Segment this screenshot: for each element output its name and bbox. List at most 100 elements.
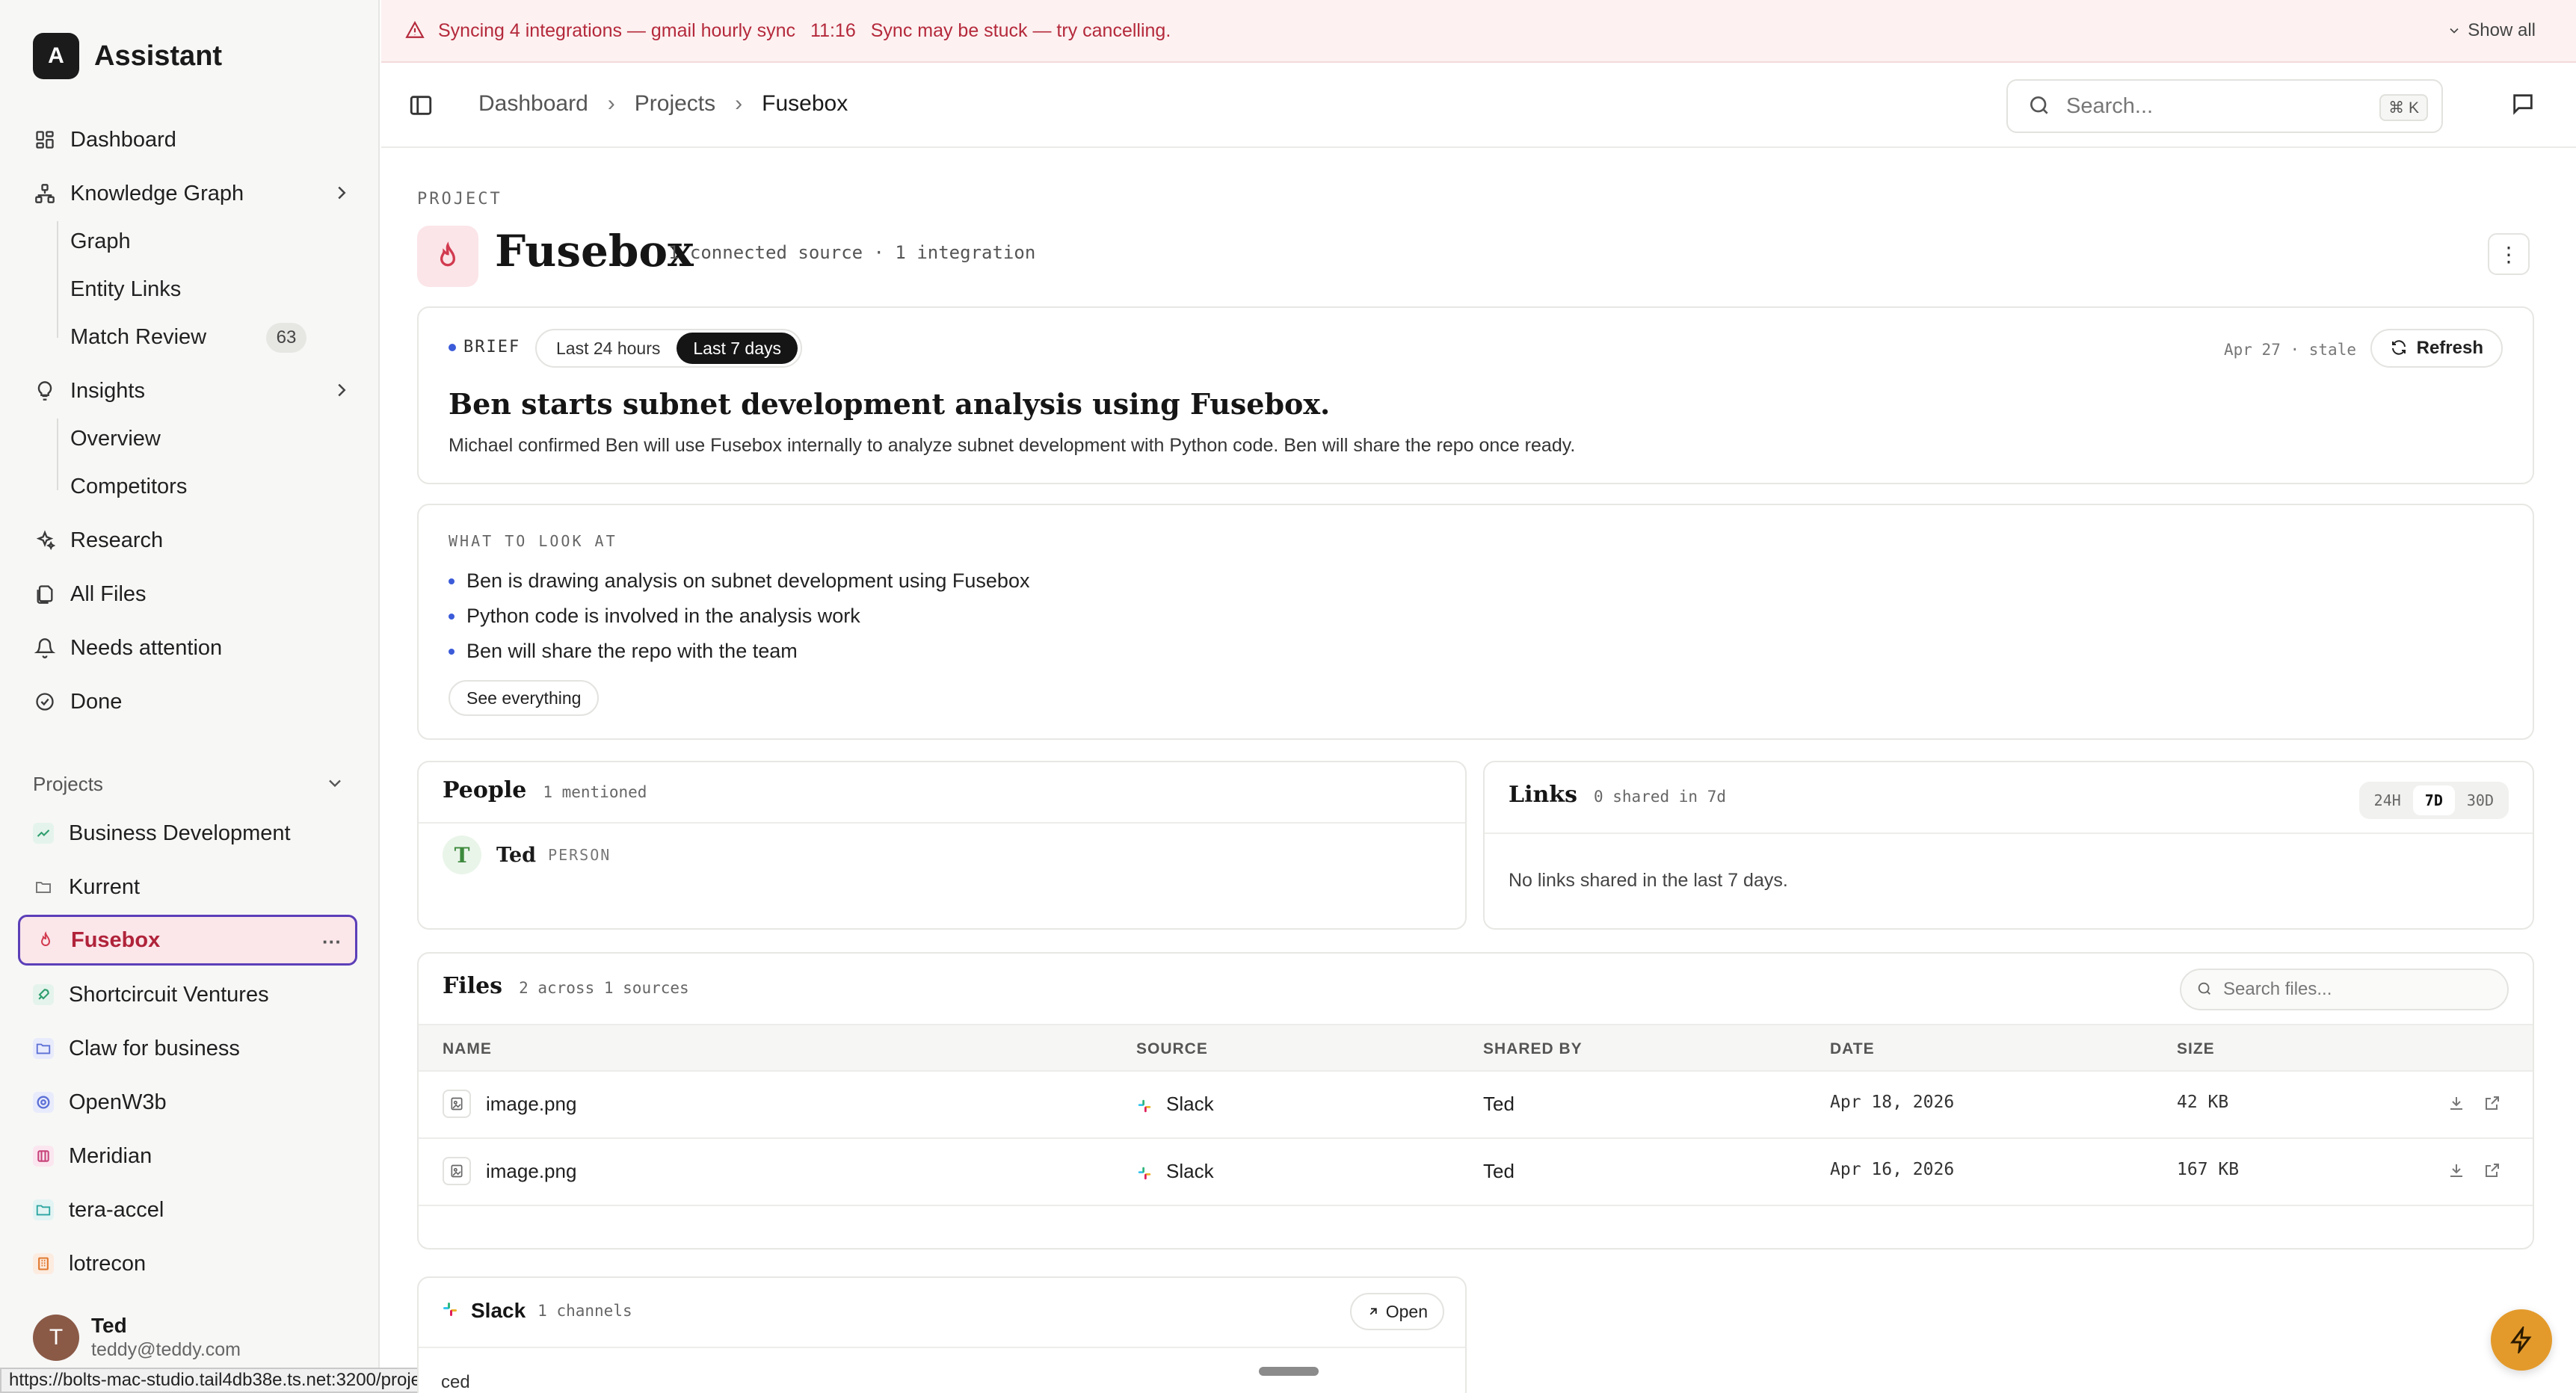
sidebar-item-label: Research xyxy=(70,528,164,552)
flame-icon xyxy=(417,226,478,287)
people-card: People 1 mentioned T Ted PERSON xyxy=(417,761,1467,930)
search-icon xyxy=(2196,980,2214,998)
project-item-kurrent[interactable]: Kurrent xyxy=(18,862,357,912)
sidebar-item-all-files[interactable]: All Files xyxy=(33,575,354,614)
column-header-shared-by[interactable]: SHARED BY xyxy=(1483,1040,1583,1058)
card-title: Links xyxy=(1509,782,1577,808)
project-item-business-development[interactable]: Business Development xyxy=(18,808,357,859)
sidebar-item-needs-attention[interactable]: Needs attention xyxy=(33,628,354,667)
image-file-icon xyxy=(443,1090,471,1118)
download-icon[interactable] xyxy=(2447,1161,2467,1181)
breadcrumb-dashboard[interactable]: Dashboard xyxy=(478,91,588,117)
external-link-icon[interactable] xyxy=(2483,1094,2503,1114)
file-name: image.png xyxy=(486,1092,577,1115)
open-button[interactable]: Open xyxy=(1349,1293,1444,1330)
file-source: Slack xyxy=(1166,1160,1214,1182)
column-header-date[interactable]: DATE xyxy=(1830,1040,1875,1058)
brief-card: BRIEF Last 24 hours Last 7 days Apr 27 ·… xyxy=(417,306,2534,484)
sidebar-item-insights[interactable]: Insights xyxy=(33,371,354,410)
brand[interactable]: A Assistant xyxy=(33,33,222,79)
chevron-right-icon[interactable] xyxy=(330,379,354,403)
project-item-claw-for-business[interactable]: Claw for business xyxy=(18,1023,357,1074)
project-label: Business Development xyxy=(69,821,291,845)
person-row[interactable]: T Ted PERSON xyxy=(443,836,611,874)
arrow-up-right-icon xyxy=(1369,1308,1377,1315)
search-input[interactable]: Search... ⌘ K xyxy=(2006,79,2443,133)
project-item-fusebox[interactable]: Fusebox ··· xyxy=(18,915,357,966)
sidebar-item-dashboard[interactable]: Dashboard xyxy=(33,120,354,159)
file-search-placeholder: Search files... xyxy=(2223,979,2332,999)
scroll-handle[interactable] xyxy=(1259,1367,1319,1376)
rocket-icon xyxy=(33,984,54,1005)
brief-body: Michael confirmed Ben will use Fusebox i… xyxy=(449,435,1576,456)
sidebar-item-label: Needs attention xyxy=(70,635,223,660)
what-to-look-at-card: WHAT TO LOOK AT Ben is drawing analysis … xyxy=(417,504,2534,740)
refresh-button[interactable]: Refresh xyxy=(2370,329,2503,368)
folder-icon xyxy=(33,1038,54,1059)
main-content: PROJECT Fusebox 1 connected source · 1 i… xyxy=(381,148,2576,1393)
quick-action-button[interactable] xyxy=(2491,1309,2552,1371)
projects-section-header[interactable]: Projects xyxy=(33,773,347,796)
sidebar-item-label: Insights xyxy=(70,378,145,403)
sidebar-item-match-review[interactable]: Match Review 63 xyxy=(70,318,354,356)
project-item-shortcircuit-ventures[interactable]: Shortcircuit Ventures xyxy=(18,969,357,1020)
file-search-input[interactable]: Search files... xyxy=(2180,969,2509,1010)
brief-headline: Ben starts subnet development analysis u… xyxy=(449,387,1331,421)
project-item-openw3b[interactable]: OpenW3b xyxy=(18,1077,357,1128)
column-header-size[interactable]: SIZE xyxy=(2177,1040,2215,1058)
sidebar-item-knowledge-graph[interactable]: Knowledge Graph xyxy=(33,174,354,213)
chevron-down-icon[interactable] xyxy=(324,773,347,795)
file-shared-by: Ted xyxy=(1483,1160,1515,1182)
links-range-toggle: 24H 7D 30D xyxy=(2358,782,2509,819)
sync-warning-banner: Syncing 4 integrations — gmail hourly sy… xyxy=(381,0,2576,63)
range-last-7-days[interactable]: Last 7 days xyxy=(677,333,798,364)
breadcrumb-projects[interactable]: Projects xyxy=(635,91,715,117)
external-link-icon[interactable] xyxy=(2483,1161,2503,1181)
column-header-name[interactable]: NAME xyxy=(443,1040,492,1058)
range-last-24-hours[interactable]: Last 24 hours xyxy=(540,333,677,364)
user-name: Ted xyxy=(91,1314,127,1337)
file-source: Slack xyxy=(1166,1093,1214,1115)
range-24h[interactable]: 24H xyxy=(2362,785,2413,815)
range-7d[interactable]: 7D xyxy=(2412,785,2455,815)
image-file-icon xyxy=(443,1157,471,1185)
breadcrumb-separator: › xyxy=(735,91,743,116)
slack-icon xyxy=(441,1300,459,1322)
banner-time: 11:16 xyxy=(810,19,856,41)
sidebar-item-competitors[interactable]: Competitors xyxy=(70,468,354,505)
user-profile[interactable]: T Ted teddy@teddy.com xyxy=(33,1314,241,1361)
project-label: Claw for business xyxy=(69,1036,240,1060)
open-label: Open xyxy=(1385,1301,1428,1321)
project-item-lotrecon[interactable]: lotrecon xyxy=(18,1238,357,1289)
project-item-meridian[interactable]: Meridian xyxy=(18,1131,357,1182)
slack-icon xyxy=(1136,1164,1153,1180)
file-name-cell[interactable]: image.png xyxy=(443,1090,576,1118)
see-everything-button[interactable]: See everything xyxy=(449,680,600,716)
integration-name: Slack xyxy=(471,1299,526,1322)
download-icon[interactable] xyxy=(2447,1094,2467,1114)
user-email: teddy@teddy.com xyxy=(91,1339,241,1360)
file-name-cell[interactable]: image.png xyxy=(443,1157,576,1185)
sidebar-item-entity-links[interactable]: Entity Links xyxy=(70,271,354,308)
show-all-button[interactable]: Show all xyxy=(2447,20,2536,41)
sidebar-item-research[interactable]: Research xyxy=(33,521,354,560)
check-circle-icon xyxy=(33,690,57,714)
table-row[interactable]: image.png Slack Ted Apr 16, 2026 167 KB xyxy=(419,1139,2533,1206)
sidebar-item-label: Knowledge Graph xyxy=(70,181,244,206)
chat-icon[interactable] xyxy=(2510,91,2539,120)
more-options-button[interactable]: ⋮ xyxy=(2488,233,2530,275)
sidebar-item-done[interactable]: Done xyxy=(33,682,354,721)
more-options-icon[interactable]: ··· xyxy=(322,930,342,954)
chevron-right-icon[interactable] xyxy=(330,182,354,206)
sidebar-item-overview[interactable]: Overview xyxy=(70,420,354,457)
trend-icon xyxy=(33,823,54,844)
range-30d[interactable]: 30D xyxy=(2455,785,2506,815)
folder-icon xyxy=(33,877,54,898)
table-row[interactable]: image.png Slack Ted Apr 18, 2026 42 KB xyxy=(419,1072,2533,1139)
sidebar-item-graph[interactable]: Graph xyxy=(70,223,354,260)
column-header-source[interactable]: SOURCE xyxy=(1136,1040,1208,1058)
sidebar-toggle-icon[interactable] xyxy=(408,93,435,120)
brief-tag: BRIEF xyxy=(449,338,520,356)
project-item-tera-accel[interactable]: tera-accel xyxy=(18,1184,357,1235)
bell-icon xyxy=(33,636,57,660)
